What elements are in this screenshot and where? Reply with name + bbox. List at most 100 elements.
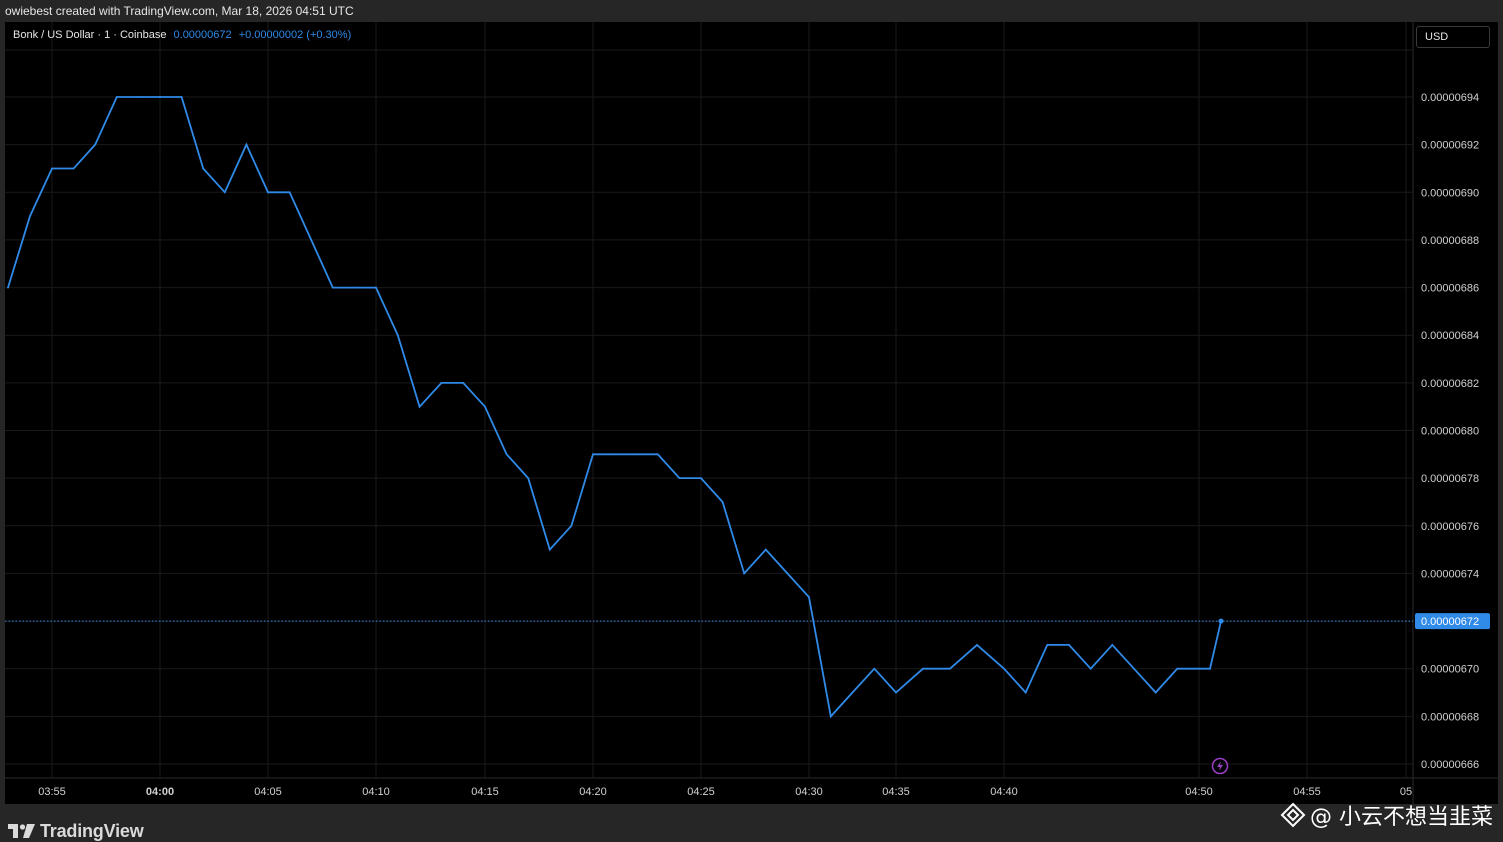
y-tick-label: 0.00000666 — [1421, 759, 1479, 771]
price-point — [245, 143, 248, 146]
price-point — [592, 453, 594, 456]
x-tick-label: 04:10 — [362, 786, 390, 798]
y-tick-label: 0.00000676 — [1421, 521, 1479, 533]
legend-change: +0.00000002 (+0.30%) — [238, 29, 352, 41]
price-point — [94, 143, 97, 146]
price-point — [548, 548, 551, 551]
price-point — [159, 96, 161, 98]
price-point — [462, 381, 465, 384]
price-point — [396, 334, 399, 337]
price-point — [375, 286, 377, 289]
price-point — [180, 96, 183, 98]
price-chart[interactable]: 0.00000666 0.00000668 0.00000670 0.00000674… — [0, 0, 1503, 804]
x-tick-label: 04:30 — [795, 786, 823, 798]
price-series-line[interactable] — [7, 96, 1222, 719]
currency-button[interactable]: USD — [1416, 26, 1490, 48]
y-tick-label: 0.00000692 — [1421, 140, 1479, 152]
price-point — [656, 453, 659, 456]
legend-symbol[interactable]: Bonk / US Dollar · 1 · Coinbase — [13, 29, 166, 41]
y-tick-label: 0.00000680 — [1421, 426, 1479, 438]
price-point — [527, 477, 530, 480]
watermark: @ 小云不想当韭菜 — [1280, 801, 1493, 830]
x-tick-label: 04:55 — [1293, 786, 1321, 798]
y-tick-label: 0.00000678 — [1421, 473, 1479, 485]
binance-square-icon — [1280, 802, 1306, 828]
price-point — [1133, 667, 1135, 670]
y-tick-label: 0.00000686 — [1421, 283, 1479, 295]
price-point — [976, 643, 978, 646]
price-point — [721, 501, 724, 503]
price-point — [949, 667, 951, 670]
price-point — [223, 191, 226, 194]
price-point — [1003, 667, 1005, 670]
price-point — [873, 667, 876, 670]
y-tick-label: 0.00000668 — [1421, 711, 1479, 723]
price-point — [29, 215, 31, 218]
price-point — [743, 572, 746, 575]
price-point — [1198, 667, 1200, 670]
x-tick-label: 04:50 — [1185, 786, 1213, 798]
price-point — [310, 239, 313, 241]
price-point — [1209, 667, 1211, 670]
price-point — [1024, 691, 1027, 694]
price-point — [829, 715, 832, 718]
x-tick-label: 04:00 — [146, 786, 174, 798]
price-point — [202, 167, 205, 170]
price-point — [267, 191, 269, 194]
price-point — [288, 191, 291, 194]
x-tick-label: 04:05 — [254, 786, 282, 798]
price-point — [115, 96, 118, 98]
y-tick-label: 0.00000684 — [1421, 330, 1479, 342]
price-point — [72, 167, 75, 170]
price-point — [331, 286, 334, 289]
footer-bar — [0, 804, 1503, 841]
tradingview-logo[interactable]: TradingView — [8, 820, 144, 842]
price-point — [418, 405, 421, 408]
y-tick-label: 0.00000694 — [1421, 92, 1479, 104]
price-point — [1089, 667, 1092, 670]
price-point — [895, 691, 897, 694]
y-tick-label: 0.00000670 — [1421, 664, 1479, 676]
x-tick-label: 04:40 — [990, 786, 1018, 798]
last-price-dot — [1218, 618, 1224, 624]
legend-last-price: 0.00000672 — [173, 29, 232, 41]
price-point — [440, 381, 443, 384]
price-point — [570, 524, 573, 527]
price-point — [7, 286, 9, 289]
price-point — [922, 667, 924, 670]
price-point — [613, 453, 616, 456]
watermark-text: @ 小云不想当韭菜 — [1310, 805, 1493, 830]
price-point — [786, 572, 789, 575]
x-tick-label: 04:25 — [687, 786, 715, 798]
price-point — [1111, 643, 1114, 646]
x-tick-label: 05 — [1400, 786, 1412, 798]
x-tick-label: 03:55 — [38, 786, 66, 798]
price-point — [700, 477, 702, 480]
y-tick-label: 0.00000682 — [1421, 378, 1479, 390]
price-point — [137, 96, 140, 98]
price-point — [484, 405, 486, 408]
x-tick-label: 04:15 — [471, 786, 499, 798]
price-point — [1068, 643, 1070, 646]
chart-legend[interactable]: Bonk / US Dollar · 1 · Coinbase 0.000006… — [13, 29, 351, 41]
price-point — [1046, 643, 1049, 646]
price-point — [1154, 691, 1157, 694]
price-point — [851, 691, 854, 694]
price-point — [678, 477, 681, 480]
price-point — [635, 453, 638, 456]
y-tick-label: 0.00000674 — [1421, 568, 1479, 580]
x-tick-label: 04:35 — [882, 786, 910, 798]
price-point — [764, 548, 767, 551]
price-point — [808, 596, 810, 599]
lightning-icon[interactable] — [1211, 757, 1229, 775]
price-point — [51, 167, 53, 170]
y-tick-label: 0.00000688 — [1421, 235, 1479, 247]
x-tick-label: 04:20 — [579, 786, 607, 798]
price-point — [1176, 667, 1179, 670]
last-price-label: 0.00000672 — [1421, 616, 1479, 628]
y-tick-label: 0.00000690 — [1421, 187, 1479, 199]
price-point — [353, 286, 356, 289]
price-point — [505, 453, 508, 456]
tradingview-logo-icon — [8, 824, 35, 838]
tradingview-logo-text: TradingView — [40, 820, 144, 841]
